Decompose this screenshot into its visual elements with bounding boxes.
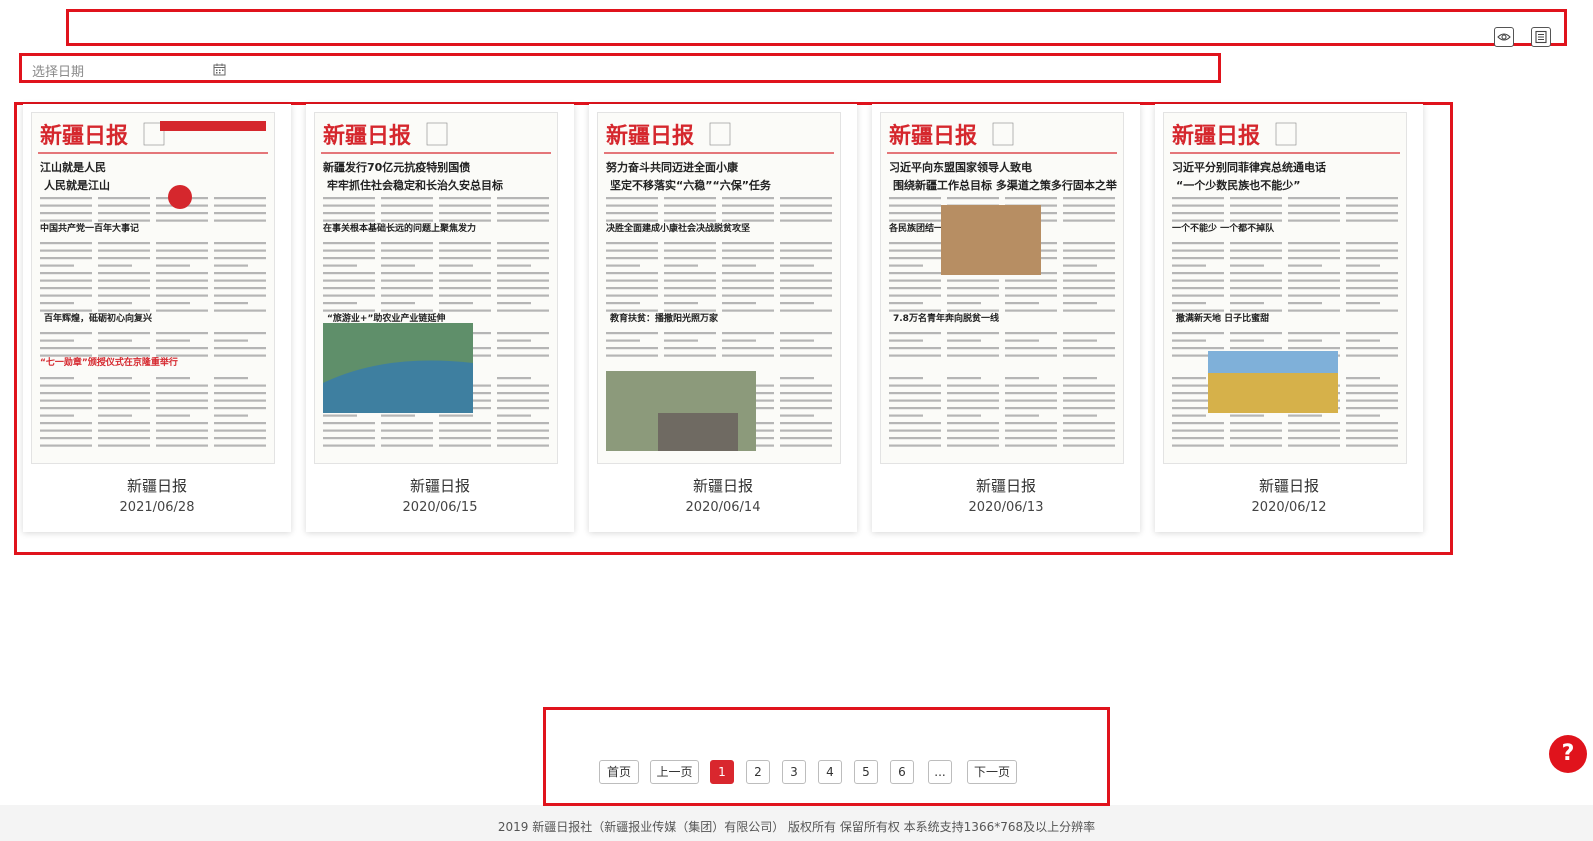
thumbnail-headline: 中国共产党一百年大事记 xyxy=(40,222,139,234)
toolbar-region xyxy=(66,9,1567,46)
card-date: 2020/06/14 xyxy=(685,500,761,515)
thumbnail-headline: 江山就是人民 xyxy=(40,160,106,174)
card-date: 2020/06/12 xyxy=(1251,500,1327,515)
newspaper-card[interactable]: 新疆日报 江山就是人民 人民就是江山 中国共产党一百年大事记 百年辉煌，砥砺初心向复兴 “… xyxy=(23,104,291,532)
page-6-button[interactable]: 6 xyxy=(890,760,914,784)
newspaper-card[interactable]: 新疆日报 努力奋斗共同迈进全面小康 坚定不移落实“六稳”“六保”任务 决胜全面建成小康… xyxy=(589,104,857,532)
card-title: 新疆日报 xyxy=(1258,477,1319,495)
next-page-button[interactable]: 下一页 xyxy=(967,760,1017,784)
masthead-text: 新疆日报 xyxy=(323,123,411,149)
newspaper-page-image: 新疆日报努力奋斗共同迈进全面小康坚定不移落实“六稳”“六保”任务决胜全面建成小康… xyxy=(604,122,834,451)
pager-ellipsis: ... xyxy=(928,760,952,784)
masthead-text: 新疆日报 xyxy=(40,123,128,149)
eye-icon xyxy=(1497,33,1511,41)
newspaper-thumbnail[interactable]: 新疆日报努力奋斗共同迈进全面小康坚定不移落实“六稳”“六保”任务决胜全面建成小康… xyxy=(597,112,841,464)
card-title: 新疆日报 xyxy=(692,477,753,495)
view-toggle-button[interactable] xyxy=(1494,27,1514,47)
thumbnail-headline: 努力奋斗共同迈进全面小康 xyxy=(606,160,739,174)
thumbnail-headline: 教育扶贫：播撒阳光照万家 xyxy=(609,312,719,324)
newspaper-page-image: 新疆日报习近平向东盟国家领导人致电围绕新疆工作总目标 多渠道之策多行固本之举各民… xyxy=(887,122,1118,447)
card-date: 2020/06/13 xyxy=(968,500,1044,515)
newspaper-page-image: 新疆日报新疆发行70亿元抗疫特别国债牢牢抓住社会稳定和长治久安总目标在事关根本基… xyxy=(321,122,551,447)
thumbnail-headline: 习近平向东盟国家领导人致电 xyxy=(889,160,1032,174)
date-placeholder: 选择日期 xyxy=(32,65,85,80)
calendar-icon[interactable] xyxy=(213,63,226,76)
thumbnail-headline: 牢牢抓住社会稳定和长治久安总目标 xyxy=(327,178,503,192)
thumbnail-headline: 一个不能少 一个都不掉队 xyxy=(1172,222,1275,234)
masthead-text: 新疆日报 xyxy=(606,123,694,149)
newspaper-thumbnail[interactable]: 新疆日报习近平分别同菲律宾总统通电话 “一个少数民族也不能少” 一个不能少 一个都不… xyxy=(1163,112,1407,464)
thumbnail-headline: 决胜全面建成小康社会决战脱贫攻坚 xyxy=(606,222,750,234)
newspaper-page-image: 新疆日报习近平分别同菲律宾总统通电话 “一个少数民族也不能少” 一个不能少 一个都不… xyxy=(1170,122,1400,447)
thumbnail-headline: “旅游业+”助农业产业链延伸 xyxy=(327,312,445,324)
thumbnail-headline: 人民就是江山 xyxy=(44,178,110,192)
card-title: 新疆日报 xyxy=(126,477,187,495)
thumbnail-headline: 围绕新疆工作总目标 多渠道之策多行固本之举 xyxy=(893,178,1118,192)
thumbnail-headline: 在事关根本基础长远的问题上聚焦发力 xyxy=(323,222,476,234)
masthead-text: 新疆日报 xyxy=(1172,123,1260,149)
card-title: 新疆日报 xyxy=(409,477,470,495)
thumbnail-headline: “一个少数民族也不能少” xyxy=(1176,178,1300,192)
newspaper-thumbnail[interactable]: 新疆日报新疆发行70亿元抗疫特别国债牢牢抓住社会稳定和长治久安总目标在事关根本基… xyxy=(314,112,558,464)
thumbnail-headline: 百年辉煌，砥砺初心向复兴 xyxy=(44,312,152,324)
page-2-button[interactable]: 2 xyxy=(746,760,770,784)
page-4-button[interactable]: 4 xyxy=(818,760,842,784)
card-date: 2020/06/15 xyxy=(402,500,478,515)
thumbnail-headline: 新疆发行70亿元抗疫特别国债 xyxy=(323,160,470,174)
newspaper-thumbnail[interactable]: 新疆日报 习近平向东盟国家领导人致电 围绕新疆工作总目标 多渠道之策多行固本之举 各民… xyxy=(880,112,1124,464)
card-title: 新疆日报 xyxy=(975,477,1036,495)
thumbnail-headline: “七一勋章”颁授仪式在京隆重举行 xyxy=(40,356,178,368)
first-page-button[interactable]: 首页 xyxy=(599,760,639,784)
page-1-button[interactable]: 1 xyxy=(710,760,734,784)
page-5-button[interactable]: 5 xyxy=(854,760,878,784)
thumbnail-headline: 坚定不移落实“六稳”“六保”任务 xyxy=(610,178,772,192)
list-view-button[interactable] xyxy=(1531,27,1551,47)
card-date: 2021/06/28 xyxy=(119,500,195,515)
page-3-button[interactable]: 3 xyxy=(782,760,806,784)
newspaper-card[interactable]: 新疆日报 习近平向东盟国家领导人致电 围绕新疆工作总目标 多渠道之策多行固本之举 各民… xyxy=(872,104,1140,532)
list-icon xyxy=(1535,30,1547,44)
newspaper-card[interactable]: 新疆日报 新疆发行70亿元抗疫特别国债 牢牢抓住社会稳定和长治久安总目标 在事关根本基… xyxy=(306,104,574,532)
newspaper-page-image: 新疆日报江山就是人民人民就是江山中国共产党一百年大事记百年辉煌，砥砺初心向复兴 “… xyxy=(38,121,268,447)
footer-copyright: 2019 新疆日报社（新疆报业传媒（集团）有限公司） 版权所有 保留所有权 本系… xyxy=(497,820,1096,834)
date-picker-input[interactable]: 选择日期 xyxy=(25,56,235,82)
masthead-text: 新疆日报 xyxy=(889,123,977,149)
thumbnail-headline: 7.8万名青年奔向脱贫一线 xyxy=(893,312,999,324)
thumbnail-headline: 习近平分别同菲律宾总统通电话 xyxy=(1172,160,1326,174)
prev-page-button[interactable]: 上一页 xyxy=(650,760,699,784)
newspaper-card[interactable]: 新疆日报 习近平分别同菲律宾总统通电话 “一个少数民族也不能少” 一个不能少 一个都不… xyxy=(1155,104,1423,532)
help-button[interactable]: ? xyxy=(1549,735,1587,773)
newspaper-thumbnail[interactable]: 新疆日报江山就是人民人民就是江山中国共产党一百年大事记百年辉煌，砥砺初心向复兴 “… xyxy=(31,112,275,464)
thumbnail-headline: 撒满新天地 日子比蜜甜 xyxy=(1176,312,1269,324)
pagination-region xyxy=(543,707,1110,806)
